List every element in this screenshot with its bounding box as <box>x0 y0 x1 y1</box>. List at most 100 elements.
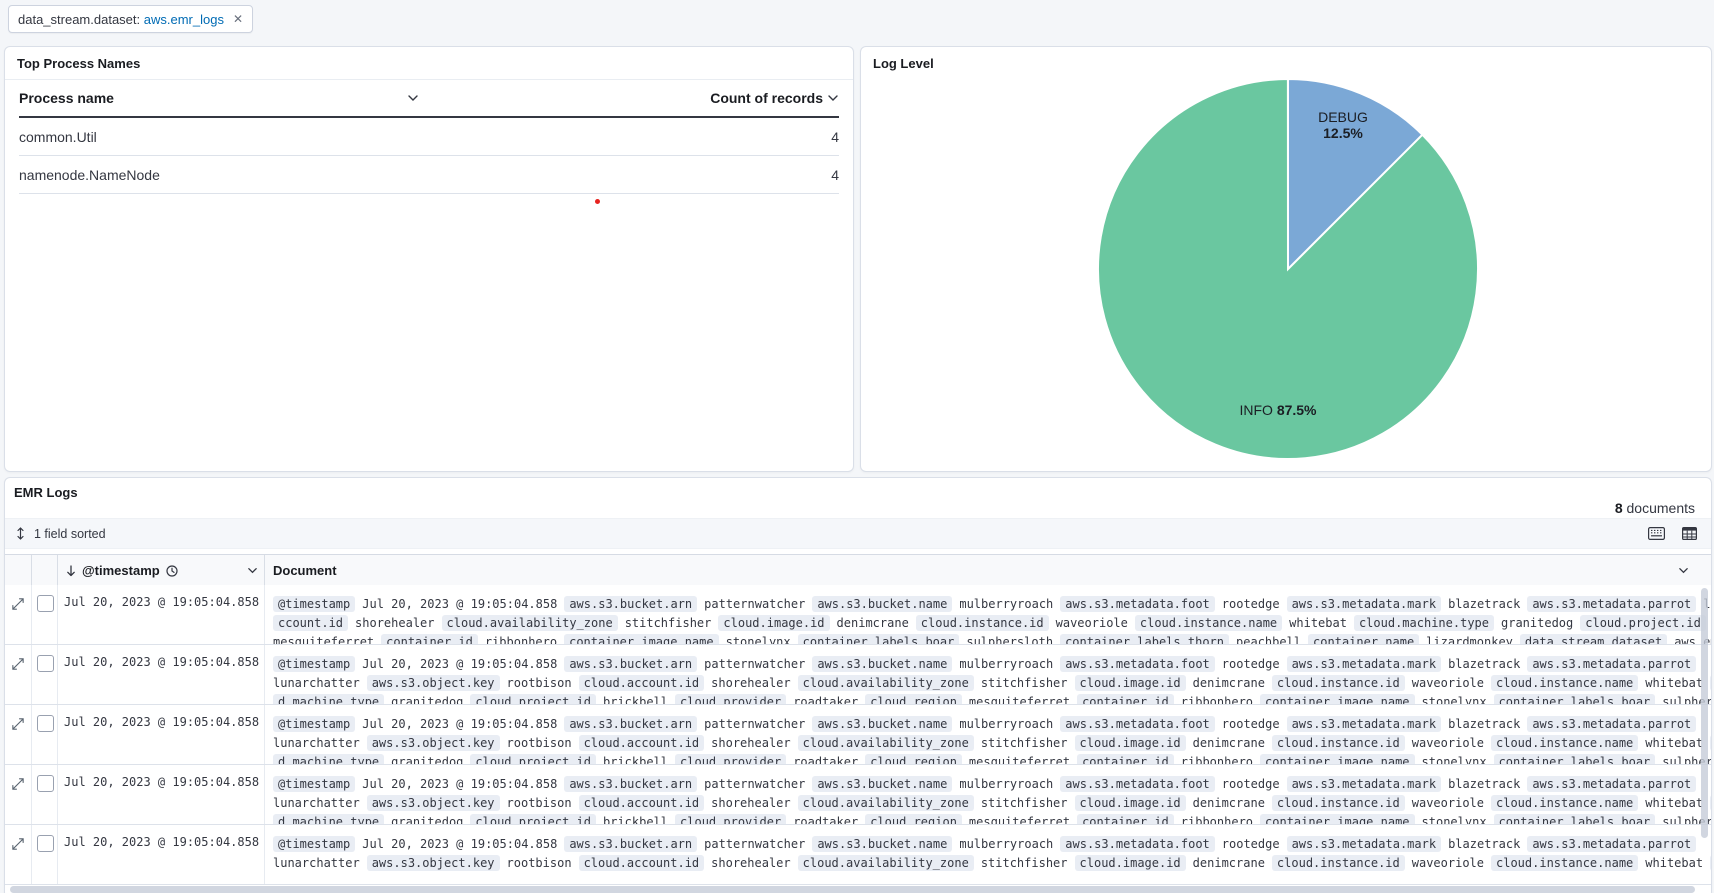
document-line: mesquiteferretcontainer.idribbonherocont… <box>273 632 1711 644</box>
field-badge: d.machine.type <box>273 754 384 765</box>
chevron-down-icon[interactable] <box>407 92 419 104</box>
field-badge: cloud.instance.name <box>1491 855 1638 871</box>
document-line: @timestampJul 20, 2023 @ 19:05:04.858aws… <box>273 774 1711 793</box>
field-badge: cloud.project.id <box>1580 615 1706 631</box>
row-checkbox[interactable] <box>37 835 54 852</box>
field-badge: aws.s3.bucket.arn <box>564 716 697 732</box>
field-badge: aws.s3.bucket.name <box>812 596 952 612</box>
field-badge: aws.s3.metadata.foot <box>1060 776 1215 792</box>
field-value: rootedge <box>1222 837 1280 851</box>
count-cell: 4 <box>719 129 839 145</box>
field-badge: clou <box>1710 795 1711 811</box>
field-value: rootbison <box>507 796 572 810</box>
field-badge: @timestamp <box>273 656 355 672</box>
field-badge: aws.s3.metadata.parrot <box>1527 716 1696 732</box>
row-checkbox[interactable] <box>37 775 54 792</box>
red-dot-marker <box>595 199 600 204</box>
keyboard-icon[interactable] <box>1648 527 1665 540</box>
expand-document-button[interactable] <box>5 585 32 644</box>
vertical-scrollbar-thumb[interactable] <box>1701 588 1708 838</box>
field-badge: aws.s3.metadata.foot <box>1060 716 1215 732</box>
field-value: granitedog <box>391 695 463 705</box>
field-badge: aws.s3.object.key <box>367 855 500 871</box>
field-value: patternwatcher <box>704 777 805 791</box>
field-value: rootbison <box>507 736 572 750</box>
field-badge: cloud.region <box>865 754 962 765</box>
remove-filter-icon[interactable]: ✕ <box>233 12 243 26</box>
document-column-header[interactable]: Document <box>265 555 1711 586</box>
chevron-down-icon[interactable] <box>1678 565 1689 576</box>
field-badge: aws.s3.object.key <box>367 735 500 751</box>
expand-document-button[interactable] <box>5 705 32 764</box>
field-badge: cloud.account.id <box>579 855 705 871</box>
filter-bar: data_stream.dataset: aws.emr_logs ✕ <box>0 0 1714 38</box>
row-checkbox[interactable] <box>37 655 54 672</box>
field-value: granitedog <box>391 815 463 825</box>
row-checkbox[interactable] <box>37 595 54 612</box>
field-badge: aws.s3.metadata.mark <box>1287 656 1442 672</box>
field-badge: container.labels.boar <box>1494 694 1656 705</box>
field-badge: d.machine.type <box>273 694 384 705</box>
field-value: ribbonhero <box>1181 695 1253 705</box>
grid-body: Jul 20, 2023 @ 19:05:04.858@timestampJul… <box>5 585 1711 893</box>
document-line: d.machine.typegranitedogcloud.project.id… <box>273 692 1711 704</box>
process-table-body: common.Util4namenode.NameNode4 <box>19 118 839 194</box>
field-badge: ccount.id <box>273 615 348 631</box>
field-badge: aws.s3.metadata.foot <box>1060 596 1215 612</box>
field-badge: cloud.instance.id <box>1272 855 1405 871</box>
chevron-down-icon[interactable] <box>247 565 258 576</box>
filter-value: aws.emr_logs <box>144 12 224 27</box>
table-row[interactable]: common.Util4 <box>19 118 839 156</box>
log-row: Jul 20, 2023 @ 19:05:04.858 @timestampJul… <box>5 765 1711 825</box>
horizontal-scrollbar-thumb[interactable] <box>10 886 1695 893</box>
field-badge: cloud.availability_zone <box>442 615 618 631</box>
select-row-cell <box>32 585 58 644</box>
field-value: stonelynx <box>726 635 791 645</box>
field-value: rootbison <box>507 676 572 690</box>
filter-field-label: data_stream.dataset: aws.emr_logs <box>18 12 224 27</box>
row-checkbox[interactable] <box>37 715 54 732</box>
chevron-down-icon[interactable] <box>827 92 839 104</box>
expand-document-button[interactable] <box>5 825 32 884</box>
document-line: @timestampJul 20, 2023 @ 19:05:04.858aws… <box>273 714 1711 733</box>
table-row[interactable]: namenode.NameNode4 <box>19 156 839 194</box>
field-value: patternwatcher <box>704 717 805 731</box>
field-badge: cloud.project.id <box>470 814 596 825</box>
field-value: roadtaker <box>793 695 858 705</box>
panel-top-process-names: Top Process Names Process name Count of … <box>4 46 854 472</box>
column-header-count-of-records[interactable]: Count of records <box>419 90 839 106</box>
filter-pill[interactable]: data_stream.dataset: aws.emr_logs ✕ <box>8 5 253 33</box>
field-value: sulphersloth <box>966 635 1053 645</box>
grid-display-options-icon[interactable] <box>1682 527 1697 540</box>
field-value: lunarchatter <box>273 736 360 750</box>
field-badge: cloud.image.id <box>718 615 829 631</box>
field-badge: aws.s3.metadata.parrot <box>1527 596 1696 612</box>
field-badge: d.machine.type <box>273 814 384 825</box>
field-badge: cloud.machine.type <box>1354 615 1494 631</box>
field-value: shorehealer <box>711 676 790 690</box>
field-value: whitebat <box>1289 616 1347 630</box>
field-badge: cloud.instance.name <box>1491 735 1638 751</box>
field-badge: aws.s3.metadata.foot <box>1060 836 1215 852</box>
field-value: mesquiteferret <box>969 695 1070 705</box>
field-value: mulberryroach <box>959 597 1053 611</box>
field-badge: aws.s3.bucket.name <box>812 776 952 792</box>
document-line: @timestampJul 20, 2023 @ 19:05:04.858aws… <box>273 834 1711 853</box>
field-value: mulberryroach <box>959 777 1053 791</box>
field-badge: aws.s3.bucket.name <box>812 836 952 852</box>
kibana-dashboard: data_stream.dataset: aws.emr_logs ✕ Top … <box>0 0 1714 893</box>
timestamp-cell: Jul 20, 2023 @ 19:05:04.858 <box>58 765 265 824</box>
document-line: lunarchatter aws.s3.object.key rootbison cl… <box>273 733 1711 752</box>
field-badge: cloud.provider <box>675 754 786 765</box>
timestamp-column-header[interactable]: @timestamp <box>58 555 265 586</box>
field-value: shorehealer <box>711 856 790 870</box>
field-badge: aws.s3.metadata.mark <box>1287 836 1442 852</box>
expand-document-button[interactable] <box>5 645 32 704</box>
field-value: Jul 20, 2023 @ 19:05:04.858 <box>362 657 557 671</box>
field-badge: data_stream.dataset <box>1520 634 1667 645</box>
field-badge: aws.s3.object.key <box>367 795 500 811</box>
sort-fields-button[interactable]: 1 field sorted <box>15 527 106 541</box>
column-header-process-name[interactable]: Process name <box>19 90 419 106</box>
field-badge: cloud.instance.id <box>1272 735 1405 751</box>
expand-document-button[interactable] <box>5 765 32 824</box>
